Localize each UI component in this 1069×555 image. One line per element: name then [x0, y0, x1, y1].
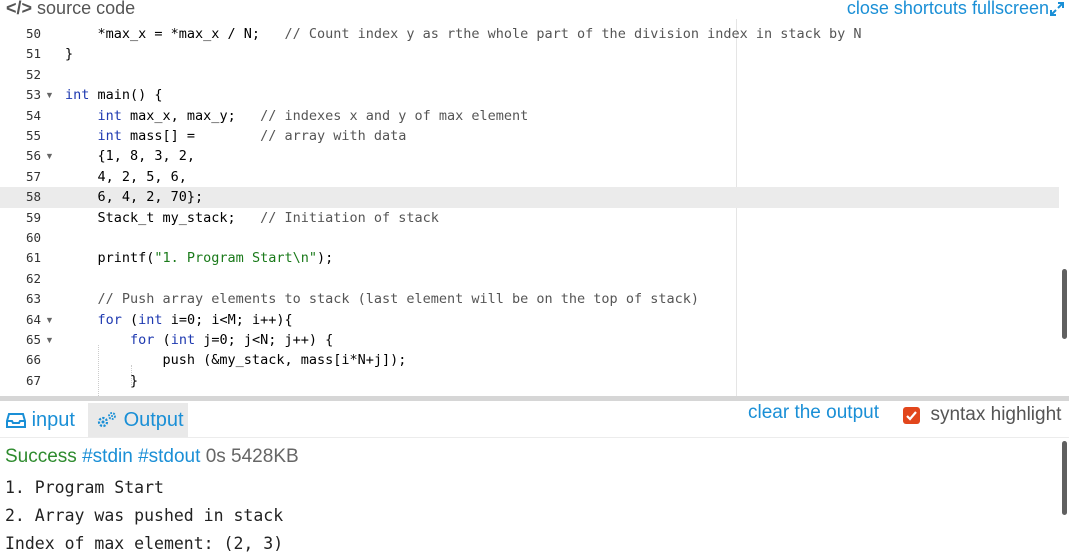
syntax-highlight-toggle[interactable]: syntax highlight: [903, 404, 1061, 426]
check-icon: [906, 411, 917, 421]
line-number: 54: [25, 107, 41, 123]
code-line: 67 }: [0, 371, 1059, 391]
line-number: 65: [25, 332, 41, 347]
code-text: int mass[] = // array with data: [97, 128, 407, 144]
line-number: 52: [25, 66, 41, 82]
line-number: 59: [25, 209, 41, 225]
stdin-link[interactable]: #stdin: [82, 446, 133, 467]
code-line: 65 ▼ for (int j=0; j<N; j++) {: [0, 330, 1059, 350]
code-text: push (&my_stack, mass[i*N+j]);: [65, 352, 407, 369]
code-text: // Push array elements to stack (last el…: [97, 291, 699, 308]
source-code-label: source code: [37, 0, 136, 18]
line-number: 60: [25, 230, 41, 245]
code-text: for (int j=0; j<N; j++) {: [130, 332, 334, 348]
code-icon: </>: [6, 0, 33, 18]
line-number: 58: [25, 189, 41, 205]
gears-icon: [97, 412, 116, 428]
line-number: 50: [25, 26, 41, 41]
code-text: printf("1. Program Start\n");: [65, 250, 334, 267]
editor-scrollbar[interactable]: [1062, 269, 1067, 339]
close-link[interactable]: close: [847, 0, 889, 18]
code-text: *max_x = *max_x / N; // Count index y as…: [65, 26, 862, 42]
code-line: 55 int mass[] = // array with data: [0, 126, 1059, 146]
line-number: 53: [25, 87, 41, 103]
shortcuts-link[interactable]: shortcuts: [894, 0, 967, 18]
run-memory: 5428KB: [231, 446, 299, 467]
code-text: 6, 4, 2, 70};: [65, 189, 204, 206]
fold-arrow-icon[interactable]: ▼: [45, 146, 54, 166]
line-number: 66: [25, 352, 41, 368]
code-text: }: [65, 46, 74, 63]
code-line: 60: [0, 228, 1059, 248]
code-text: {1, 8, 3, 2,: [65, 148, 196, 165]
syntax-highlight-label: syntax highlight: [930, 404, 1062, 425]
code-line: 64 ▼ for (int i=0; i<M; i++){: [0, 310, 1059, 330]
fold-arrow-icon[interactable]: ▼: [45, 85, 54, 105]
code-line: 54 int max_x, max_y; // indexes x and y …: [0, 106, 1059, 126]
inbox-icon: [6, 413, 26, 428]
fold-arrow-icon[interactable]: ▼: [45, 310, 54, 330]
line-number: 64: [25, 311, 41, 327]
run-time: 0s: [205, 446, 226, 467]
clear-output-link[interactable]: clear the output: [748, 402, 879, 424]
output-line: Index of max element: (2, 3): [5, 534, 284, 553]
code-text: int main() {: [65, 87, 163, 104]
tab-output-label: Output: [123, 409, 184, 431]
code-line: 53 ▼ int main() {: [0, 85, 1059, 105]
source-code-header: </> source code close shortcuts fullscre…: [0, 0, 1069, 19]
line-number: 63: [25, 291, 41, 307]
code-line: 66 push (&my_stack, mass[i*N+j]);: [0, 350, 1059, 370]
fold-arrow-icon[interactable]: ▼: [45, 330, 54, 350]
output-line: 1. Program Start: [5, 478, 164, 497]
tab-output[interactable]: Output: [88, 403, 188, 437]
code-editor[interactable]: 50 *max_x = *max_x / N; // Count index y…: [0, 19, 1069, 396]
line-number: 61: [25, 250, 41, 266]
code-line: 50 *max_x = *max_x / N; // Count index y…: [0, 24, 1059, 44]
expand-icon[interactable]: [1049, 1, 1065, 17]
code-line: 52: [0, 65, 1059, 85]
code-line: 63 // Push array elements to stack (last…: [0, 289, 1059, 309]
code-line: 51 }: [0, 44, 1059, 64]
code-line: 61 printf("1. Program Start\n");: [0, 248, 1059, 268]
code-text: int max_x, max_y; // indexes x and y of …: [97, 107, 529, 124]
code-line: 62: [0, 269, 1059, 289]
output-line: 2. Array was pushed in stack: [5, 506, 284, 525]
run-status: Success #stdin #stdout 0s 5428KB: [5, 446, 299, 468]
output-scrollbar[interactable]: [1062, 441, 1067, 515]
source-code-title: </> source code: [6, 0, 135, 19]
code-text: 4, 2, 5, 6,: [65, 168, 187, 185]
status-result: Success: [5, 446, 77, 467]
code-text: }: [65, 372, 139, 389]
header-actions: close shortcuts fullscreen: [847, 0, 1049, 19]
tab-input-label: input: [31, 409, 75, 431]
code-line-active: 58 6, 4, 2, 70};: [0, 187, 1059, 208]
syntax-checkbox[interactable]: [903, 407, 920, 424]
line-number: 51: [25, 46, 41, 62]
code-line: 57 4, 2, 5, 6,: [0, 167, 1059, 187]
code-line: 56 ▼ {1, 8, 3, 2,: [0, 146, 1059, 166]
output-panel: Success #stdin #stdout 0s 5428KB 1. Prog…: [0, 437, 1069, 555]
code-line: 59 Stack_t my_stack; // Initiation of st…: [0, 208, 1059, 228]
stdout-link[interactable]: #stdout: [138, 446, 200, 467]
code-text: for (int i=0; i<M; i++){: [97, 311, 293, 328]
line-number: 55: [25, 128, 41, 143]
line-number: 56: [25, 148, 41, 164]
fullscreen-link[interactable]: fullscreen: [972, 0, 1049, 18]
line-number: 57: [25, 168, 41, 184]
tab-input[interactable]: input: [6, 403, 86, 437]
line-number: 62: [25, 270, 41, 286]
line-number: 67: [25, 372, 41, 388]
code-text: Stack_t my_stack; // Initiation of stack: [65, 209, 439, 226]
